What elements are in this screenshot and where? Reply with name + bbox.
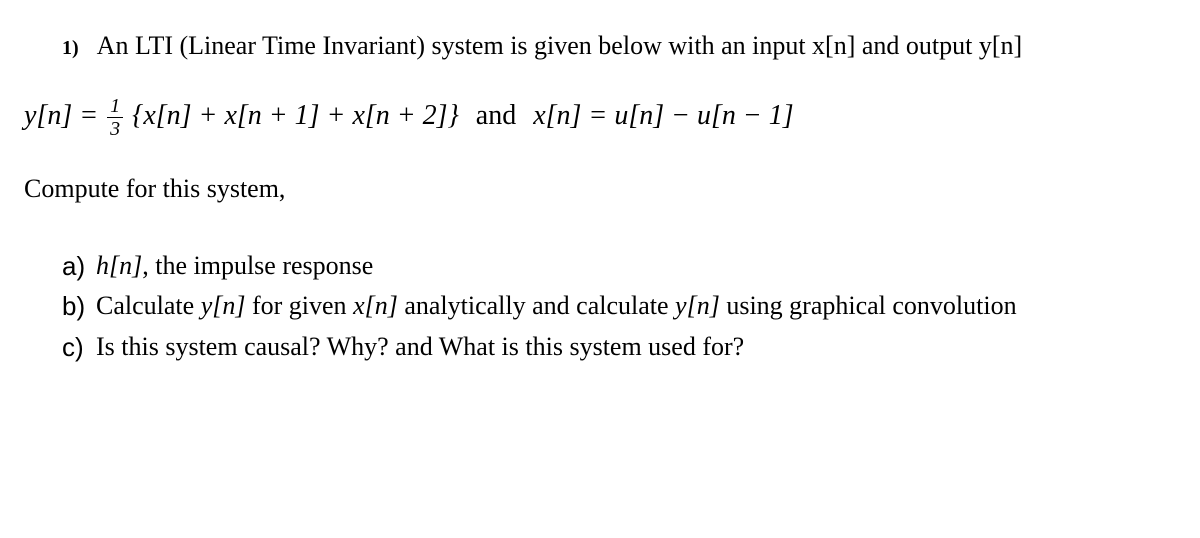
fraction: 13 <box>107 96 123 139</box>
equation-line: y[n] = 13 {x[n] + x[n + 1] + x[n + 2]} a… <box>20 96 1180 139</box>
part-a-label: a) <box>62 248 90 284</box>
part-b-pre: Calculate <box>96 291 201 320</box>
part-b-mid1: for given <box>245 291 353 320</box>
part-c: c) Is this system causal? Why? and What … <box>62 329 1180 365</box>
part-a-text: h[n], the impulse response <box>96 248 1180 284</box>
fraction-den: 3 <box>107 118 123 139</box>
question-number: 1) <box>62 28 79 64</box>
fraction-num: 1 <box>107 96 123 118</box>
part-b-yn2: y[n] <box>675 291 720 320</box>
eq-body: {x[n] + x[n + 1] + x[n + 2]} <box>132 100 459 131</box>
part-c-text: Is this system causal? Why? and What is … <box>96 329 1180 365</box>
subparts: a) h[n], the impulse response b) Calcula… <box>20 248 1180 365</box>
part-a: a) h[n], the impulse response <box>62 248 1180 284</box>
part-b-yn1: y[n] <box>201 291 246 320</box>
question-intro: 1) An LTI (Linear Time Invariant) system… <box>20 28 1180 64</box>
compute-line: Compute for this system, <box>20 171 1180 207</box>
part-b: b) Calculate y[n] for given x[n] analyti… <box>62 288 1180 324</box>
eq-rhs: x[n] = u[n] − u[n − 1] <box>533 100 794 131</box>
part-a-rest: , the impulse response <box>142 251 373 280</box>
part-b-mid2: analytically and calculate <box>398 291 675 320</box>
part-a-hn: h[n] <box>96 251 142 280</box>
part-b-label: b) <box>62 288 90 324</box>
part-b-text: Calculate y[n] for given x[n] analytical… <box>96 288 1180 324</box>
and-word: and <box>476 100 516 131</box>
part-c-label: c) <box>62 329 90 365</box>
eq-lhs: y[n] = <box>24 100 105 131</box>
intro-text: An LTI (Linear Time Invariant) system is… <box>97 28 1180 64</box>
part-b-xn: x[n] <box>353 291 398 320</box>
part-b-post: using graphical convolution <box>720 291 1017 320</box>
